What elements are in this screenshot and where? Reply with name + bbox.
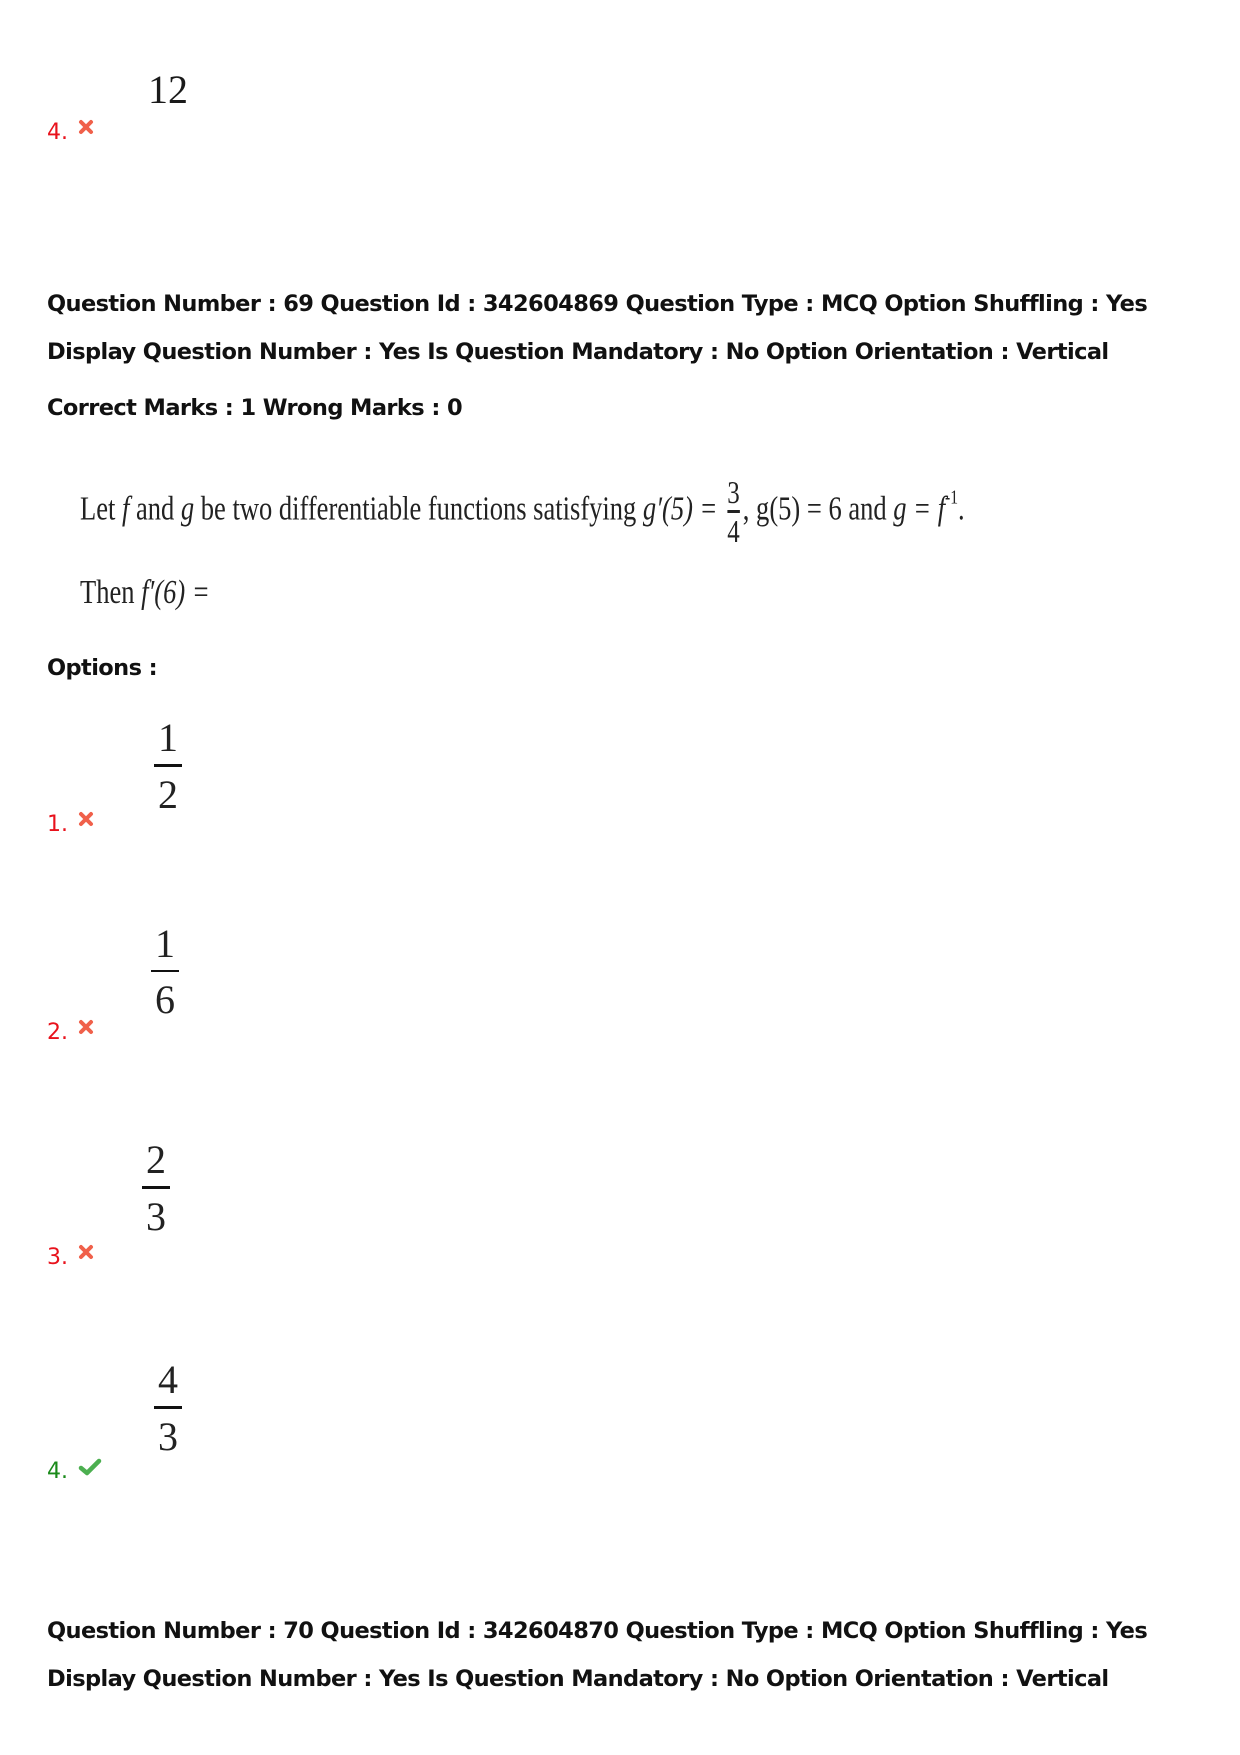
option-2-fraction: 1 6 (151, 924, 179, 1020)
option-number: 3. (47, 1245, 68, 1270)
q69-header-line2: Display Question Number : Yes Is Questio… (47, 339, 1109, 365)
option-1-label: 1. (47, 811, 94, 837)
option-number: 1. (47, 812, 68, 837)
option-3-fraction: 2 3 (142, 1140, 170, 1237)
option-4-fraction: 4 3 (154, 1360, 182, 1457)
wrong-x-icon (79, 1019, 93, 1034)
q70-header-line2: Display Question Number : Yes Is Questio… (47, 1666, 1109, 1692)
option-3-label: 3. (47, 1244, 94, 1270)
q69-question-line2: Then f′(6) = (80, 574, 210, 611)
option-2-label: 2. (47, 1019, 94, 1045)
option-number: 4. (47, 120, 68, 145)
q70-header-line1: Question Number : 70 Question Id : 34260… (47, 1618, 1148, 1644)
wrong-x-icon (79, 811, 93, 826)
wrong-x-icon (79, 1244, 93, 1259)
option-number: 4. (47, 1459, 68, 1484)
option-4-label: 4. (47, 1458, 102, 1484)
option-1-fraction: 1 2 (154, 718, 182, 815)
prev-option-4-value: 12 (148, 67, 188, 112)
options-heading: Options : (47, 655, 158, 681)
prev-option-4-label: 4. (47, 119, 94, 145)
q69-marks: Correct Marks : 1 Wrong Marks : 0 (47, 395, 463, 421)
q69-header-line1: Question Number : 69 Question Id : 34260… (47, 291, 1148, 317)
option-number: 2. (47, 1020, 68, 1045)
wrong-x-icon (79, 119, 93, 134)
correct-check-icon (78, 1458, 102, 1475)
q69-question-line1: Let f and g be two differentiable functi… (80, 474, 965, 549)
inline-fraction: 34 (727, 474, 740, 549)
